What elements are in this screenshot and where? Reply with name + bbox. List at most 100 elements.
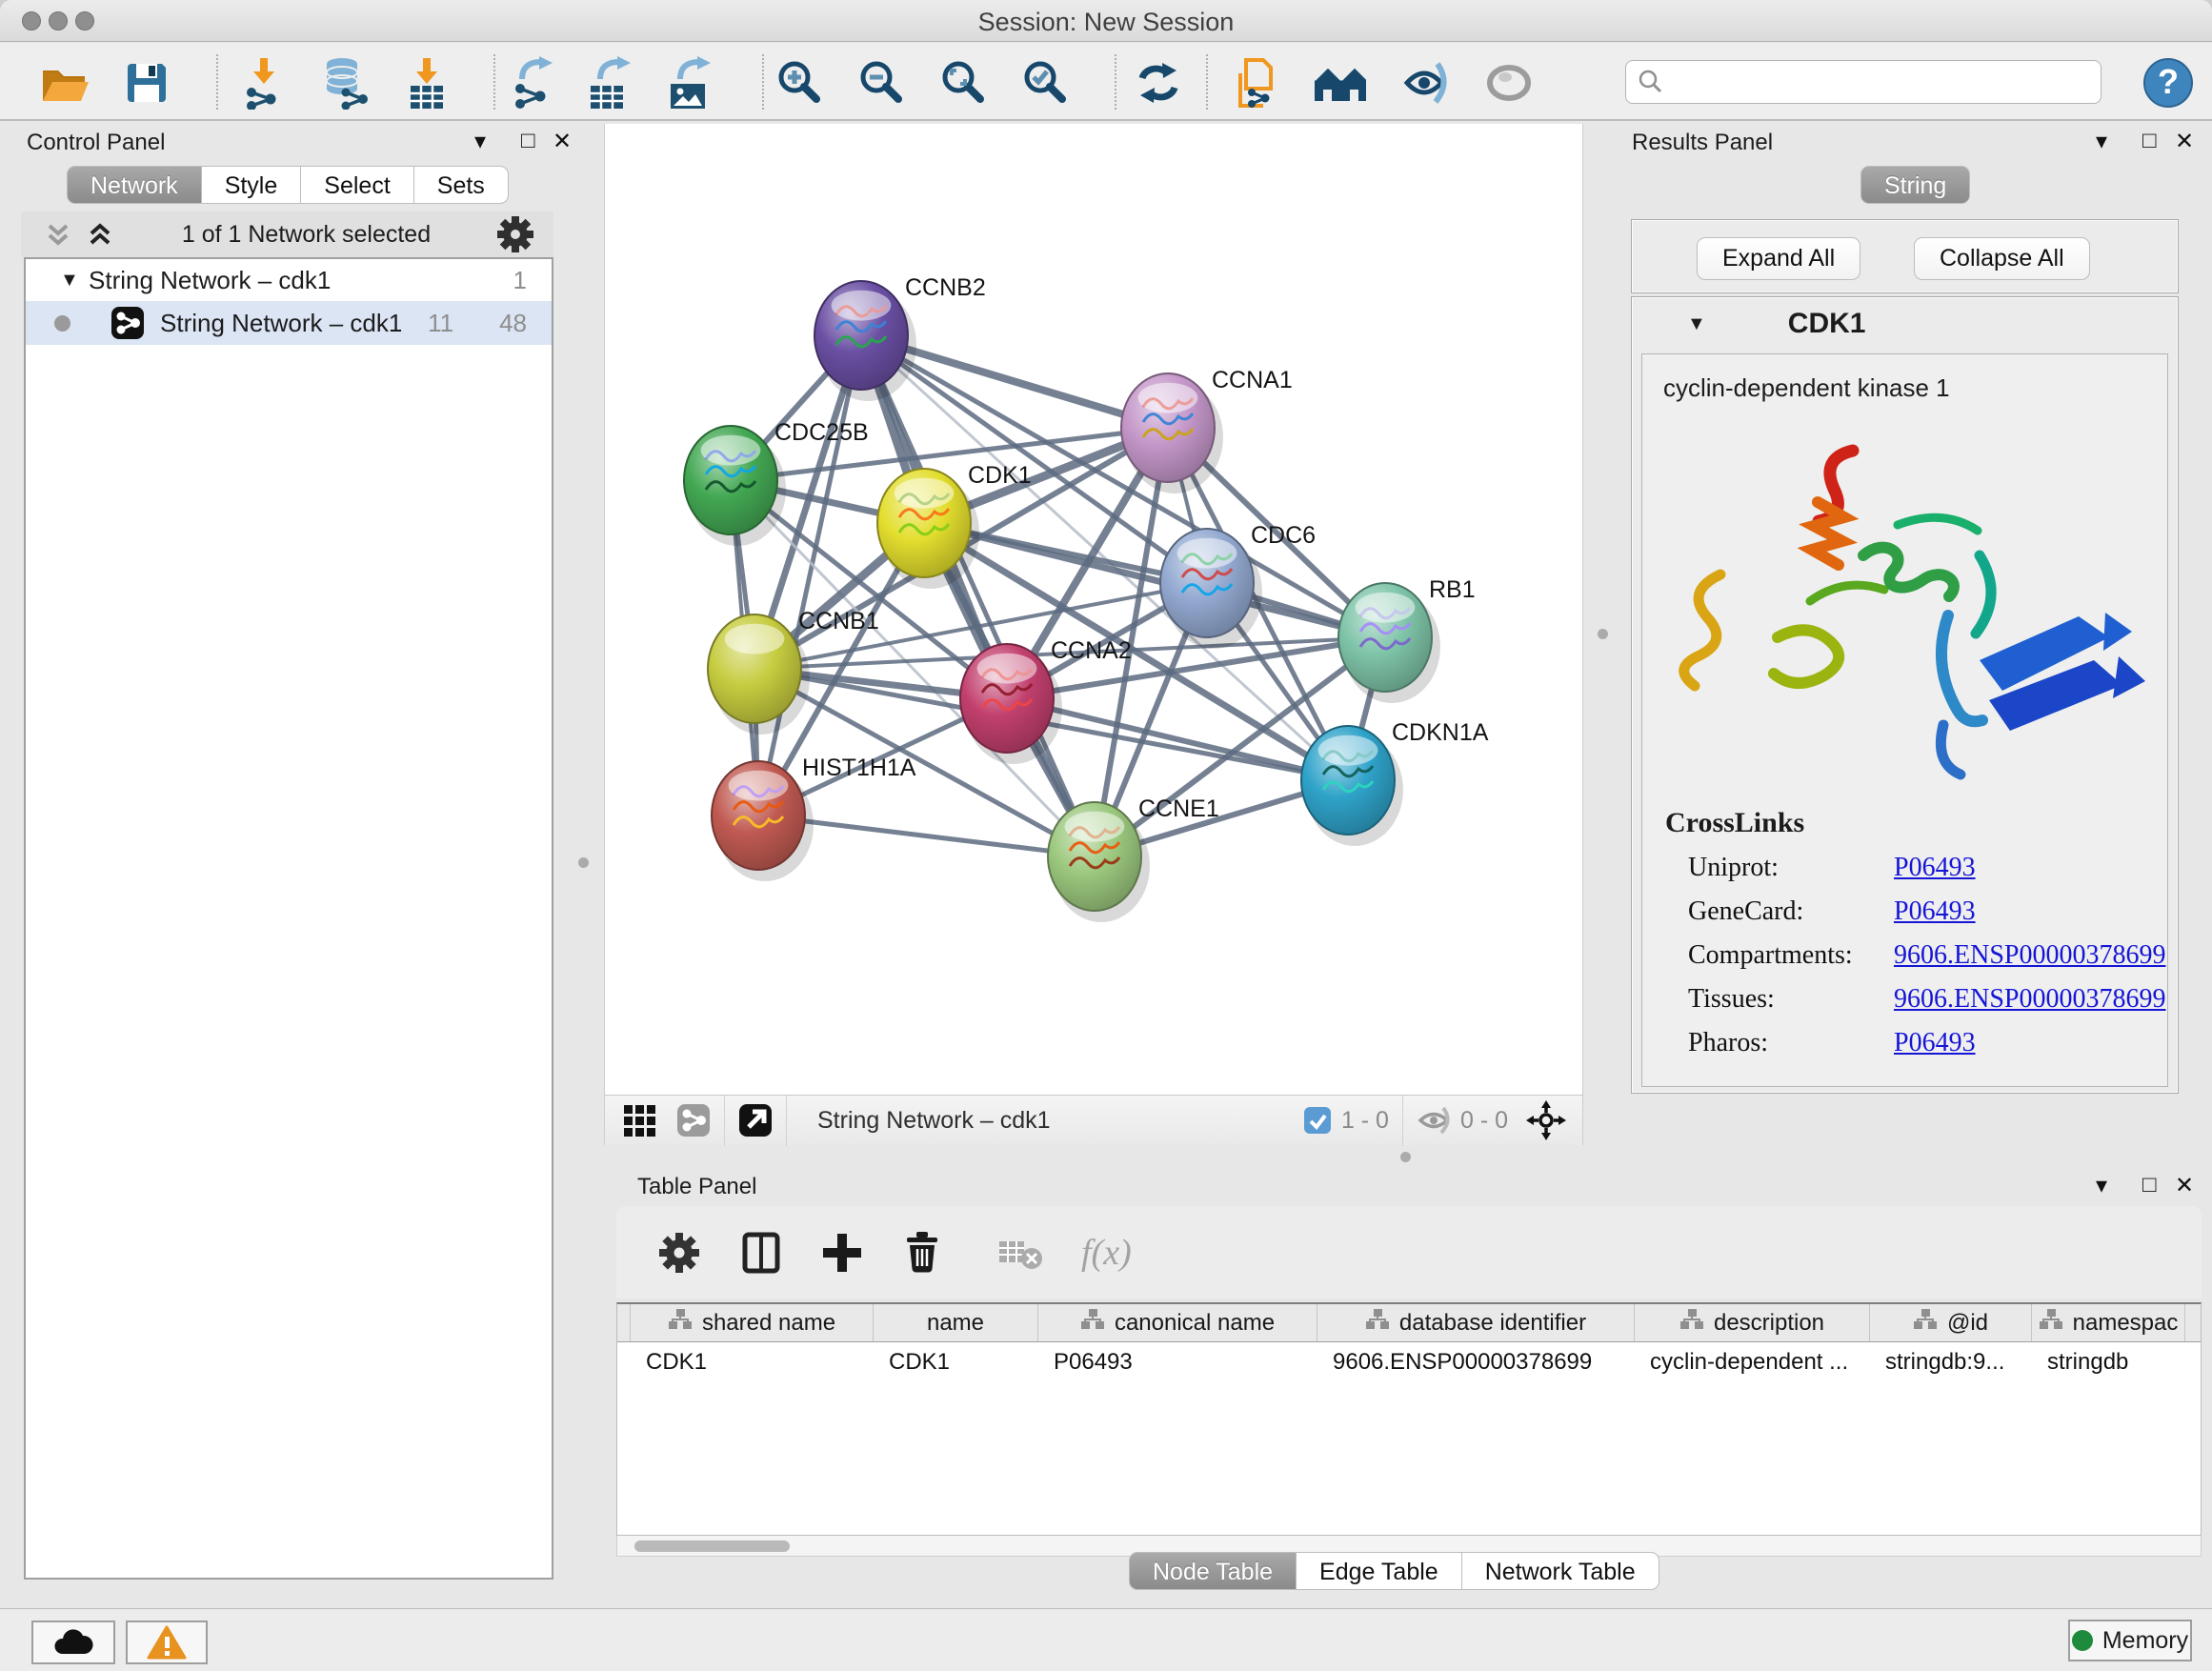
import-network-from-database-icon[interactable] [319,56,372,110]
grid-view-icon[interactable] [624,1105,655,1137]
crosslink-value-link[interactable]: P06493 [1894,896,1976,927]
network-node-CDKN1A[interactable]: CDKN1A [1301,719,1489,846]
table-cell[interactable]: CDK1 [631,1342,874,1382]
cloud-status-button[interactable] [31,1621,115,1664]
show-all-panels-icon[interactable] [1313,56,1366,110]
crosslink-value-link[interactable]: P06493 [1894,1028,1976,1058]
collapse-all-button[interactable]: Collapse All [1914,237,2090,280]
export-image-icon[interactable] [665,56,718,110]
refresh-view-icon[interactable] [1132,56,1185,110]
crosslink-value-link[interactable]: 9606.ENSP00000378699 [1894,940,2165,971]
protein-caret-icon[interactable]: ▼ [1687,313,1706,335]
panel-float-icon[interactable]: □ [2142,1172,2157,1198]
tab-sets[interactable]: Sets [414,166,509,204]
zoom-selected-icon[interactable] [1019,56,1073,110]
table-cell[interactable]: stringdb:9... [1870,1342,2032,1382]
tab-node-table[interactable]: Node Table [1129,1552,1297,1590]
pan-crosshair-icon[interactable] [1525,1099,1567,1141]
show-columns-icon[interactable] [742,1232,780,1274]
tab-edge-table[interactable]: Edge Table [1297,1552,1462,1590]
toggle-views-icon[interactable] [1482,56,1536,110]
tab-string[interactable]: String [1860,166,1970,204]
network-options-gear-icon[interactable] [496,215,534,253]
network-node-CDK1[interactable]: CDK1 [877,462,1032,589]
column-header-description[interactable]: description [1635,1304,1870,1341]
column-header-@id[interactable]: @id [1870,1304,2032,1341]
export-network-icon[interactable] [507,56,560,110]
column-header-namespac[interactable]: namespac [2032,1304,2185,1341]
crosslink-value-link[interactable]: P06493 [1894,853,1976,883]
panel-float-icon[interactable]: □ [521,128,535,154]
memory-button[interactable]: Memory [2068,1620,2192,1661]
table-cell[interactable]: 9606.ENSP00000378699 [1317,1342,1635,1382]
table-hscrollbar-thumb[interactable] [634,1540,790,1552]
panel-float-icon[interactable]: □ [2142,128,2157,154]
column-header-shared-name[interactable]: shared name [631,1304,874,1341]
network-node-CCNB1[interactable]: CCNB1 [708,608,879,735]
birds-eye-view-icon[interactable] [738,1103,773,1137]
crosslinks-list: Uniprot:P06493GeneCard:P06493Compartment… [1642,853,2167,1058]
app-window: Session: New Session [0,0,2212,1671]
expand-all-icon[interactable] [84,220,116,249]
network-node-CCNE1[interactable]: CCNE1 [1048,795,1219,922]
warning-status-button[interactable] [126,1621,208,1664]
delete-column-icon[interactable] [904,1231,940,1275]
selected-checkbox-icon[interactable] [1303,1106,1332,1135]
table-cell[interactable]: stringdb [2032,1342,2185,1382]
network-collection-row[interactable]: ▼ String Network – cdk1 1 [26,259,552,301]
network-node-RB1[interactable]: RB1 [1338,576,1476,703]
column-header-canonical-name[interactable]: canonical name [1038,1304,1317,1341]
crosslink-value-link[interactable]: 9606.ENSP00000378699 [1894,984,2165,1015]
collapse-all-icon[interactable] [42,220,74,249]
table-options-gear-icon[interactable] [658,1232,700,1274]
hide-panel-icon[interactable] [1400,56,1454,110]
clone-network-view-icon[interactable] [1231,56,1284,110]
panel-menu-icon[interactable]: ▾ [2096,128,2107,155]
tab-network[interactable]: Network [67,166,202,204]
import-table-from-file-icon[interactable] [401,56,454,110]
crosslink-row: Uniprot:P06493 [1688,853,2167,883]
table-cell[interactable]: cyclin-dependent ... [1635,1342,1870,1382]
table-cell[interactable]: CDK1 [874,1342,1038,1382]
tab-network-table[interactable]: Network Table [1462,1552,1659,1590]
panel-close-icon[interactable]: ✕ [2175,1172,2194,1199]
expand-all-button[interactable]: Expand All [1697,237,1860,280]
left-splitter[interactable] [563,124,604,1584]
horizontal-splitter[interactable] [604,1145,2212,1168]
right-splitter[interactable] [1583,124,1622,1145]
node-label-CDKN1A: CDKN1A [1392,719,1489,746]
network-node-CCNA1[interactable]: CCNA1 [1121,367,1293,493]
export-table-icon[interactable] [585,56,638,110]
table-cell[interactable]: P06493 [1038,1342,1317,1382]
network-thumbnail-icon[interactable] [676,1103,711,1137]
network-node-HIST1H1A[interactable]: HIST1H1A [712,755,916,881]
network-row-selected[interactable]: String Network – cdk1 1148 [26,301,552,345]
column-header-name[interactable]: name [874,1304,1038,1341]
zoom-fit-content-icon[interactable] [937,56,991,110]
search-box [1625,60,2101,104]
import-network-from-file-icon[interactable] [237,56,291,110]
protein-name: CDK1 [1788,308,1866,340]
network-canvas[interactable]: CCNB2CCNA1CDC25BCDK1CDC6RB1CCNB1CCNA2CDK… [604,124,1583,1095]
tab-select[interactable]: Select [301,166,413,204]
panel-menu-icon[interactable]: ▾ [2096,1172,2107,1199]
create-column-icon[interactable] [822,1232,862,1274]
open-session-icon[interactable] [38,56,91,110]
help-icon[interactable]: ? [2142,56,2195,110]
zoom-in-icon[interactable] [774,56,827,110]
edge-CCNB2-HIST1H1A[interactable] [758,335,861,815]
collection-caret-icon[interactable]: ▼ [60,270,89,292]
panel-close-icon[interactable]: ✕ [2175,128,2194,155]
edge-CDK1-RB1[interactable] [924,523,1385,637]
table-row[interactable]: CDK1CDK1P064939606.ENSP00000378699cyclin… [617,1342,2201,1382]
column-header-database-identifier[interactable]: database identifier [1317,1304,1635,1341]
warning-icon [147,1625,187,1660]
save-session-icon[interactable] [120,56,173,110]
search-input[interactable] [1664,68,2101,96]
zoom-out-icon[interactable] [855,56,909,110]
panel-menu-icon[interactable]: ▾ [474,128,486,155]
network-node-CCNB2[interactable]: CCNB2 [814,274,986,401]
tab-style[interactable]: Style [202,166,302,204]
network-svg[interactable]: CCNB2CCNA1CDC25BCDK1CDC6RB1CCNB1CCNA2CDK… [605,124,1584,1095]
network-node-CCNA2[interactable]: CCNA2 [960,637,1132,764]
